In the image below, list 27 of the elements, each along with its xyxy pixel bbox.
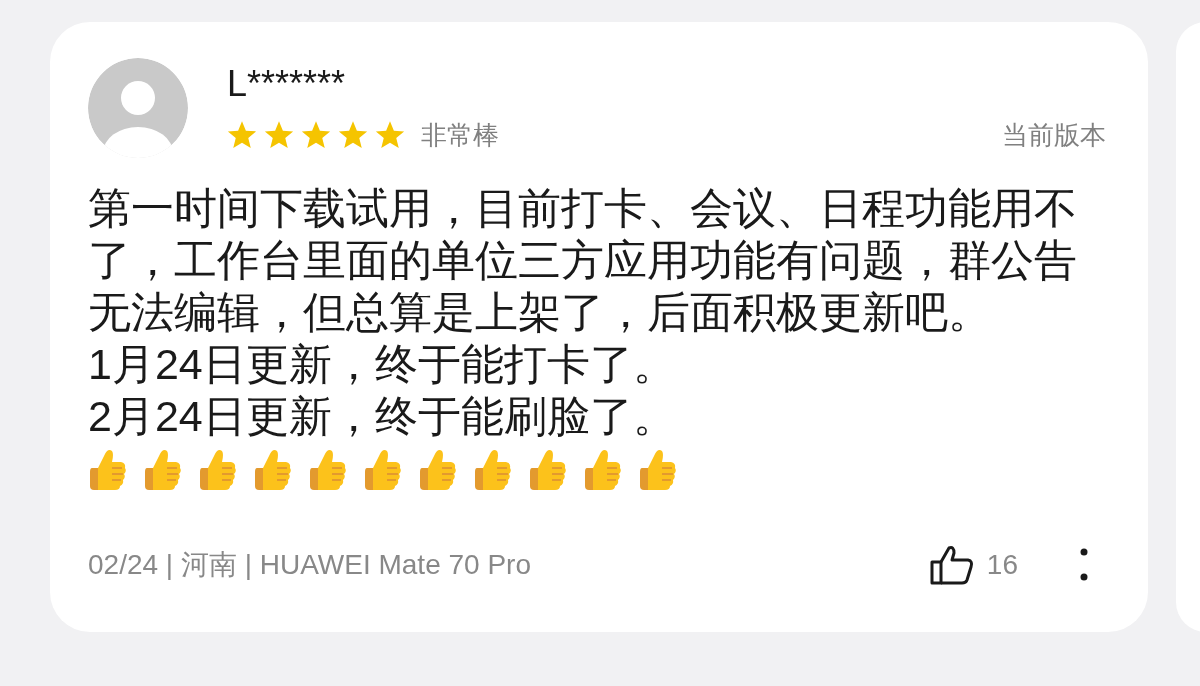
thumbs-up-emoji-icon (363, 448, 402, 492)
thumbs-up-emoji-icon (473, 448, 512, 492)
star-icon (227, 121, 257, 150)
thumbs-up-emoji-icon (308, 448, 347, 492)
star-icon (264, 121, 294, 150)
username: L******* (227, 62, 346, 106)
avatar-icon (88, 58, 188, 158)
review-text: 2月24日更新，终于能刷脸了。 (88, 391, 677, 442)
review-meta: 02/24 | 河南 | HUAWEI Mate 70 Pro (88, 548, 531, 582)
like-button[interactable]: 16 (928, 544, 1018, 586)
star-icon (338, 121, 368, 150)
star-icon (301, 121, 331, 150)
more-icon[interactable] (1080, 547, 1088, 583)
thumbs-up-emoji-icon (143, 448, 182, 492)
thumbs-up-icon (928, 544, 975, 586)
thumbs-up-emoji-icon (88, 448, 127, 492)
star-icon (375, 121, 405, 150)
rating-label: 非常棒 (421, 119, 499, 152)
review-text: 1月24日更新，终于能打卡了。 (88, 339, 677, 390)
thumbs-up-emoji-icon (638, 448, 677, 492)
thumbs-up-emoji-icon (528, 448, 567, 492)
thumbs-up-emoji-icon (418, 448, 457, 492)
thumbs-up-emoji-icon (198, 448, 237, 492)
thumbs-up-emoji-icon (253, 448, 292, 492)
thumbs-up-emoji-icon (583, 448, 622, 492)
review-text: 第一时间下载试用，目前打卡、会议、日程功能用不了，工作台里面的单位三方应用功能有问题，群公告无法编辑，但总算是上架了，后面积极更新吧。 (88, 183, 1078, 338)
version-tag: 当前版本 (1002, 116, 1106, 155)
